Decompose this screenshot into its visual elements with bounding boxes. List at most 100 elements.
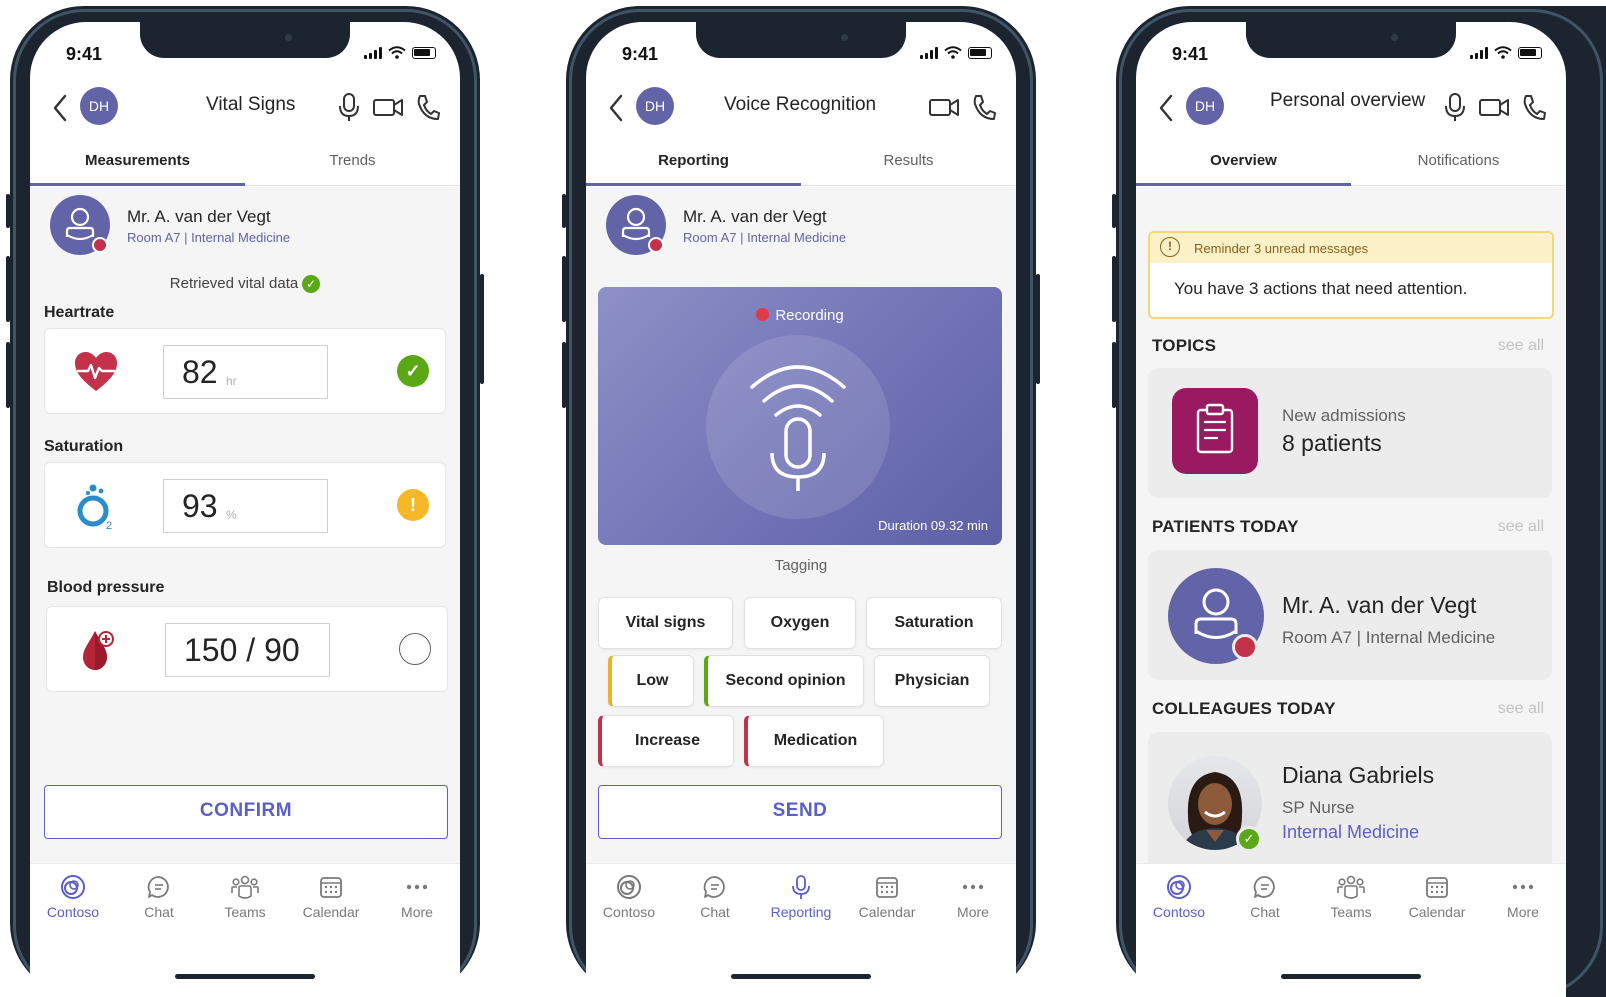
recording-panel[interactable]: Recording Duration 09.32 min xyxy=(598,287,1002,545)
colleague-department[interactable]: Internal Medicine xyxy=(1282,822,1419,843)
app-header: DH Vital Signs xyxy=(30,84,460,134)
patient-card[interactable]: Mr. A. van der Vegt Room A7 | Internal M… xyxy=(1148,550,1552,680)
tag-chip[interactable]: Low xyxy=(608,655,694,707)
nav-reporting[interactable]: Reporting xyxy=(758,872,844,920)
tag-chip[interactable]: Second opinion xyxy=(704,655,864,707)
colleague-card[interactable]: ✓ Diana Gabriels SP Nurse Internal Medic… xyxy=(1148,732,1552,872)
nav-label: Calendar xyxy=(1408,904,1466,920)
back-icon[interactable] xyxy=(52,94,68,122)
tag-chip[interactable]: Saturation xyxy=(866,597,1002,649)
tag-chip[interactable]: Medication xyxy=(744,715,884,767)
tag-chip[interactable]: Increase xyxy=(598,715,734,767)
nav-chat[interactable]: Chat xyxy=(116,872,202,920)
status-icons xyxy=(920,46,992,59)
reminder-title: Reminder 3 unread messages xyxy=(1194,241,1369,256)
nav-teams[interactable]: Teams xyxy=(202,872,288,920)
tab-measurements[interactable]: Measurements xyxy=(30,152,245,169)
phone-call-icon[interactable] xyxy=(414,92,440,122)
presence-busy-icon xyxy=(648,237,664,253)
microphone-icon xyxy=(792,875,810,899)
reminder-banner[interactable]: ! Reminder 3 unread messages You have 3 … xyxy=(1148,231,1554,319)
app-header: DH Personal overview xyxy=(1136,84,1566,134)
send-button[interactable]: SEND xyxy=(598,785,1002,839)
warning-icon: ! xyxy=(397,489,429,521)
user-avatar[interactable]: DH xyxy=(1186,87,1224,125)
nav-label: Contoso xyxy=(46,904,100,920)
back-icon[interactable] xyxy=(608,94,624,122)
patient-header[interactable]: Mr. A. van der Vegt Room A7 | Internal M… xyxy=(606,195,1006,255)
oxygen-icon: 2 xyxy=(77,484,112,531)
tab-overview[interactable]: Overview xyxy=(1136,152,1351,169)
nav-chat[interactable]: Chat xyxy=(1222,872,1308,920)
content-area: ! Reminder 3 unread messages You have 3 … xyxy=(1136,187,1566,872)
topic-card[interactable]: New admissions 8 patients xyxy=(1148,368,1552,498)
phone-call-icon[interactable] xyxy=(970,92,996,122)
back-icon[interactable] xyxy=(1158,94,1174,122)
page-title: Vital Signs xyxy=(206,94,296,115)
contoso-icon xyxy=(617,875,641,899)
nav-calendar[interactable]: Calendar xyxy=(1394,872,1480,920)
empty-status-icon xyxy=(399,633,431,665)
tag-chip[interactable]: Vital signs xyxy=(598,597,733,649)
microphone-icon[interactable] xyxy=(336,92,362,122)
nav-contoso[interactable]: Contoso xyxy=(30,872,116,920)
confirm-button[interactable]: CONFIRM xyxy=(44,785,448,839)
tag-chip[interactable]: Physician xyxy=(874,655,990,707)
more-icon xyxy=(1512,884,1534,890)
nav-calendar[interactable]: Calendar xyxy=(288,872,374,920)
tab-bar: Reporting Results xyxy=(586,142,1016,186)
saturation-unit: % xyxy=(226,508,237,522)
battery-icon xyxy=(1518,47,1542,59)
see-all-link[interactable]: see all xyxy=(1498,337,1544,355)
see-all-link[interactable]: see all xyxy=(1498,518,1544,536)
nav-label: Teams xyxy=(1330,904,1372,920)
blood-pressure-value: 150 / 90 xyxy=(184,632,300,668)
nav-chat[interactable]: Chat xyxy=(672,872,758,920)
nav-calendar[interactable]: Calendar xyxy=(844,872,930,920)
video-call-icon[interactable] xyxy=(372,92,404,122)
tab-results[interactable]: Results xyxy=(801,152,1016,169)
see-all-link[interactable]: see all xyxy=(1498,700,1544,718)
video-call-icon[interactable] xyxy=(1478,92,1510,122)
heartrate-card: 82 hr ✓ xyxy=(44,328,446,414)
patient-name: Mr. A. van der Vegt xyxy=(1282,592,1477,618)
nav-more[interactable]: More xyxy=(374,872,460,920)
microphone-icon[interactable] xyxy=(1442,92,1468,122)
nav-teams[interactable]: Teams xyxy=(1308,872,1394,920)
check-icon: ✓ xyxy=(302,275,321,294)
tab-trends[interactable]: Trends xyxy=(245,152,460,169)
nav-more[interactable]: More xyxy=(1480,872,1566,920)
status-time: 9:41 xyxy=(1172,44,1209,64)
tagging-label: Tagging xyxy=(774,557,828,574)
nav-more[interactable]: More xyxy=(930,872,1016,920)
notch xyxy=(1246,22,1456,58)
saturation-input[interactable]: 93 % xyxy=(163,479,328,533)
signal-icon xyxy=(920,47,938,59)
mic-button-circle[interactable] xyxy=(706,335,890,519)
patient-header[interactable]: Mr. A. van der Vegt Room A7 | Internal M… xyxy=(50,195,450,255)
nav-label: Calendar xyxy=(302,904,360,920)
phone-call-icon[interactable] xyxy=(1520,92,1546,122)
signal-icon xyxy=(364,47,382,59)
status-time: 9:41 xyxy=(622,44,659,64)
user-avatar[interactable]: DH xyxy=(80,87,118,125)
nav-label: Teams xyxy=(224,904,266,920)
heartrate-label: Heartrate xyxy=(44,304,115,321)
voice-mic-icon xyxy=(750,365,846,491)
video-call-icon[interactable] xyxy=(928,92,960,122)
blood-drop-icon xyxy=(83,631,114,670)
heartrate-input[interactable]: 82 hr xyxy=(163,345,328,399)
tab-reporting[interactable]: Reporting xyxy=(586,152,801,169)
nav-contoso[interactable]: Contoso xyxy=(1136,872,1222,920)
saturation-label: Saturation xyxy=(44,438,124,455)
nav-contoso[interactable]: Contoso xyxy=(586,872,672,920)
nav-label: More xyxy=(1507,904,1539,920)
patient-room: Room A7 | Internal Medicine xyxy=(127,230,291,245)
contoso-icon xyxy=(61,875,85,899)
tag-chip[interactable]: Oxygen xyxy=(744,597,856,649)
tab-notifications[interactable]: Notifications xyxy=(1351,152,1566,169)
user-avatar[interactable]: DH xyxy=(636,87,674,125)
chat-icon xyxy=(703,876,725,898)
nav-label: Contoso xyxy=(602,904,656,920)
blood-pressure-input[interactable]: 150 / 90 xyxy=(165,623,330,677)
